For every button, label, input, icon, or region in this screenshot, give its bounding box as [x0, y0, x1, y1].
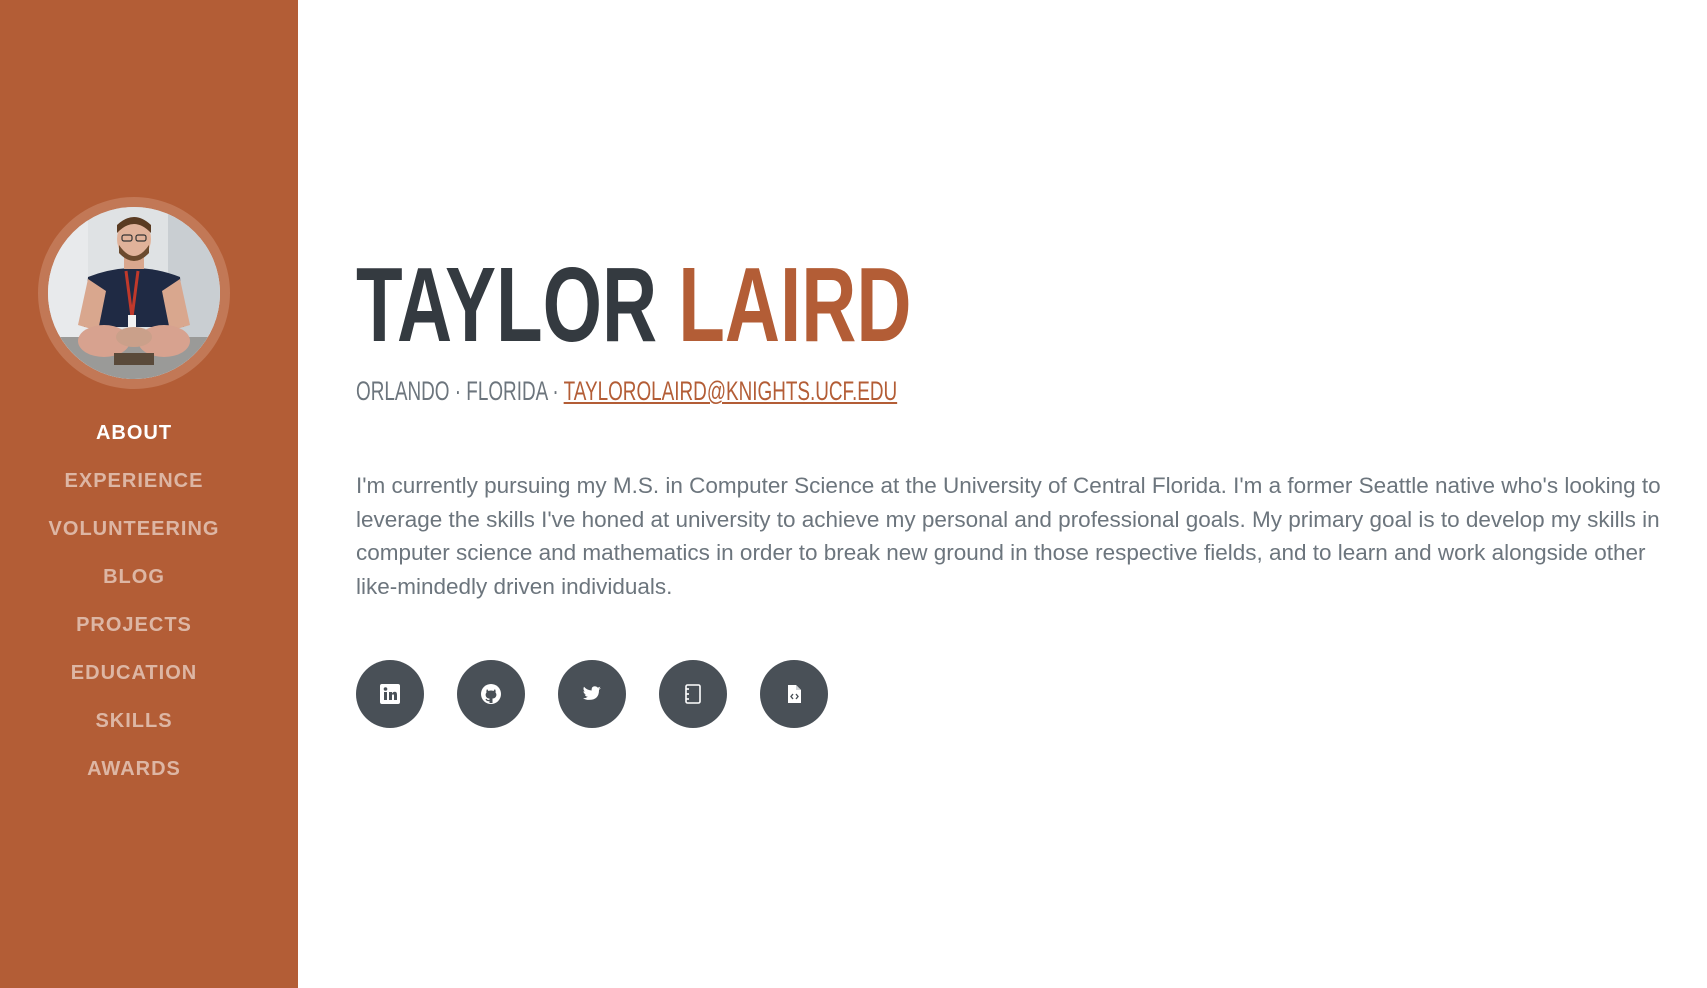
github-button[interactable]	[457, 660, 525, 728]
sidebar: ABOUT EXPERIENCE VOLUNTEERING BLOG PROJE…	[0, 0, 298, 988]
bio-text: I'm currently pursuing my M.S. in Comput…	[356, 473, 1661, 599]
nav-item-awards[interactable]: AWARDS	[0, 748, 268, 796]
nav-item-education[interactable]: EDUCATION	[0, 652, 268, 700]
first-name: TAYLOR	[356, 246, 658, 364]
about-section: TAYLOR LAIRD ORLANDO · FLORIDA · TAYLORO…	[356, 0, 1686, 988]
avatar[interactable]	[48, 207, 220, 379]
twitter-icon	[583, 686, 601, 700]
sidebar-nav: ABOUT EXPERIENCE VOLUNTEERING BLOG PROJE…	[0, 412, 268, 796]
separator: ·	[454, 376, 462, 406]
separator: ·	[552, 376, 559, 406]
nav-item-skills[interactable]: SKILLS	[0, 700, 268, 748]
notebook-button[interactable]	[659, 660, 727, 728]
nav-item-volunteering[interactable]: VOLUNTEERING	[0, 508, 268, 556]
nav-item-projects[interactable]: PROJECTS	[0, 604, 268, 652]
notebook-icon	[685, 684, 701, 704]
linkedin-icon	[380, 684, 400, 704]
social-icons	[356, 660, 861, 728]
profile-photo	[48, 207, 220, 379]
twitter-button[interactable]	[558, 660, 626, 728]
page-title: TAYLOR LAIRD	[356, 250, 911, 360]
email-link[interactable]: TAYLOROLAIRD@KNIGHTS.UCF.EDU	[564, 376, 898, 406]
nav-item-experience[interactable]: EXPERIENCE	[0, 460, 268, 508]
city: ORLANDO	[356, 376, 450, 406]
nav-item-about[interactable]: ABOUT	[0, 412, 268, 460]
github-icon	[481, 684, 501, 704]
linkedin-button[interactable]	[356, 660, 424, 728]
contact-line: ORLANDO · FLORIDA · TAYLOROLAIRD@KNIGHTS…	[356, 374, 897, 408]
avatar-ring	[38, 197, 230, 389]
code-file-icon	[788, 685, 801, 703]
last-name: LAIRD	[678, 246, 912, 364]
state: FLORIDA	[466, 376, 548, 406]
nav-item-blog[interactable]: BLOG	[0, 556, 268, 604]
code-file-button[interactable]	[760, 660, 828, 728]
